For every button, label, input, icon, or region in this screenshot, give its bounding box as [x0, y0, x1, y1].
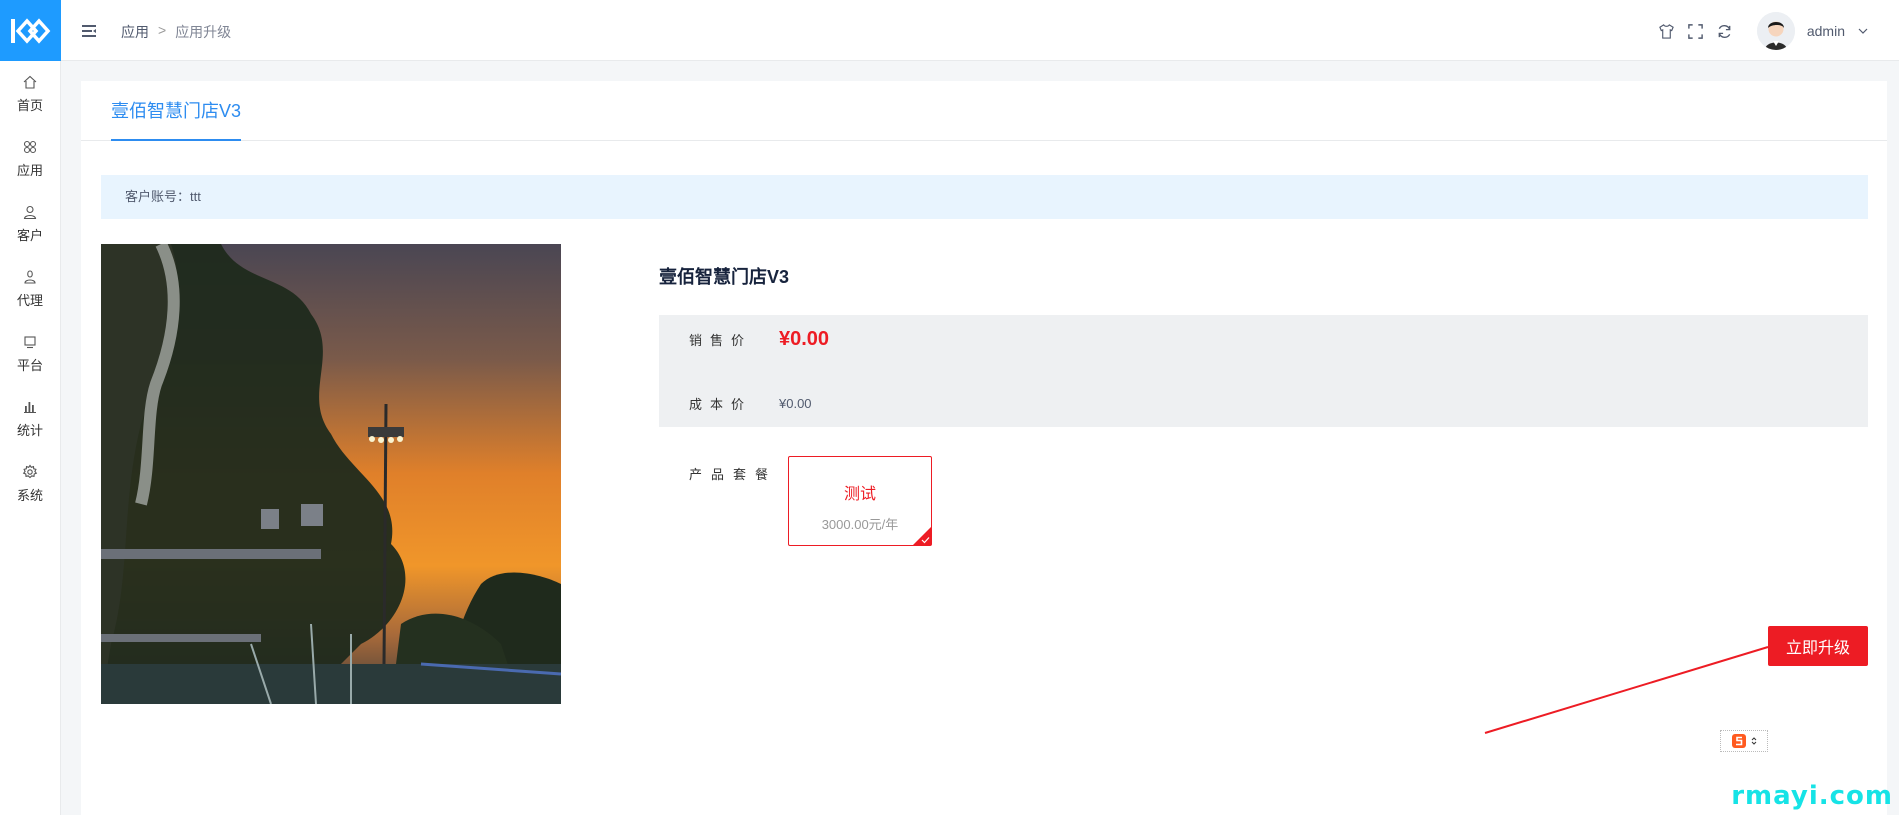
sidebar-item-stats[interactable]: 统计 — [0, 386, 60, 451]
home-icon — [23, 75, 37, 89]
agent-icon — [24, 269, 36, 284]
breadcrumb-item-current: 应用升级 — [175, 24, 232, 40]
chevron-down-icon[interactable] — [1857, 25, 1869, 37]
breadcrumb-separator: > — [158, 22, 167, 38]
avatar-image — [1756, 12, 1795, 50]
sidebar: 首页 应用 客户 代理 平台 统计 系统 — [0, 0, 61, 815]
sidebar-item-label: 客户 — [16, 227, 43, 243]
tab-bar: 壹佰智慧门店V3 — [81, 81, 1887, 141]
sidebar-item-label: 首页 — [16, 97, 43, 113]
sidebar-item-label: 应用 — [16, 162, 43, 178]
sale-price-row: 销售价 ¥0.00 — [689, 328, 829, 351]
package-price: 3000.00元/年 — [821, 517, 899, 532]
fullscreen-icon[interactable] — [1687, 23, 1704, 40]
breadcrumb-item-apps[interactable]: 应用 — [121, 22, 149, 42]
breadcrumb: 应用 > 应用升级 — [121, 22, 231, 42]
sidebar-item-home[interactable]: 首页 — [0, 61, 60, 126]
sale-price-label: 销售价 — [689, 333, 753, 348]
sale-price-value: ¥0.00 — [779, 328, 830, 350]
product-image — [101, 244, 561, 704]
cost-price-value: ¥0.00 — [779, 396, 812, 411]
logo[interactable] — [0, 0, 61, 61]
cost-price-label: 成本价 — [689, 397, 753, 412]
header-tools: admin — [1658, 12, 1869, 50]
avatar[interactable] — [1756, 12, 1795, 50]
sidebar-item-label: 系统 — [16, 487, 43, 503]
price-panel: 销售价 ¥0.00 成本价 ¥0.00 — [659, 315, 1868, 427]
package-name: 测试 — [843, 486, 876, 503]
sogou-s-icon — [1732, 734, 1746, 748]
username[interactable]: admin — [1807, 23, 1845, 39]
theme-shirt-icon[interactable] — [1658, 23, 1675, 40]
customer-account-info: 客户账号：ttt — [101, 175, 1868, 219]
package-option-selected[interactable]: 测试 3000.00元/年 — [788, 456, 932, 546]
package-label: 产品套餐 — [689, 467, 778, 482]
tab-product[interactable]: 壹佰智慧门店V3 — [111, 81, 242, 141]
chart-icon — [24, 401, 36, 413]
cost-price-row: 成本价 ¥0.00 — [689, 394, 812, 413]
upgrade-now-button[interactable]: 立即升级 — [1768, 626, 1868, 666]
user-icon — [23, 205, 37, 219]
caret-updown-icon — [1751, 737, 1757, 745]
check-icon — [921, 537, 930, 544]
sidebar-item-customers[interactable]: 客户 — [0, 191, 60, 256]
logo-icon — [10, 17, 50, 44]
sidebar-item-label: 代理 — [16, 292, 43, 308]
watermark: rmayi.com — [1731, 781, 1893, 811]
platform-icon — [24, 335, 36, 348]
sidebar-item-agents[interactable]: 代理 — [0, 256, 60, 321]
refresh-icon[interactable] — [1716, 23, 1733, 40]
sunset-photo — [101, 244, 561, 704]
header: 应用 > 应用升级 admin — [61, 0, 1899, 61]
sidebar-item-label: 平台 — [16, 357, 43, 373]
sidebar-item-label: 统计 — [16, 422, 43, 438]
apps-icon — [23, 140, 37, 153]
product-title: 壹佰智慧门店V3 — [659, 267, 790, 287]
gear-icon — [22, 464, 38, 478]
input-method-indicator[interactable] — [1720, 730, 1768, 752]
main-panel: 壹佰智慧门店V3 客户账号：ttt 壹佰智慧门店V3 销售价 ¥0.00 成本价… — [81, 81, 1887, 815]
sidebar-item-system[interactable]: 系统 — [0, 451, 60, 516]
sidebar-item-platform[interactable]: 平台 — [0, 321, 60, 386]
sidebar-item-apps[interactable]: 应用 — [0, 126, 60, 191]
menu-fold-icon[interactable] — [80, 22, 98, 40]
